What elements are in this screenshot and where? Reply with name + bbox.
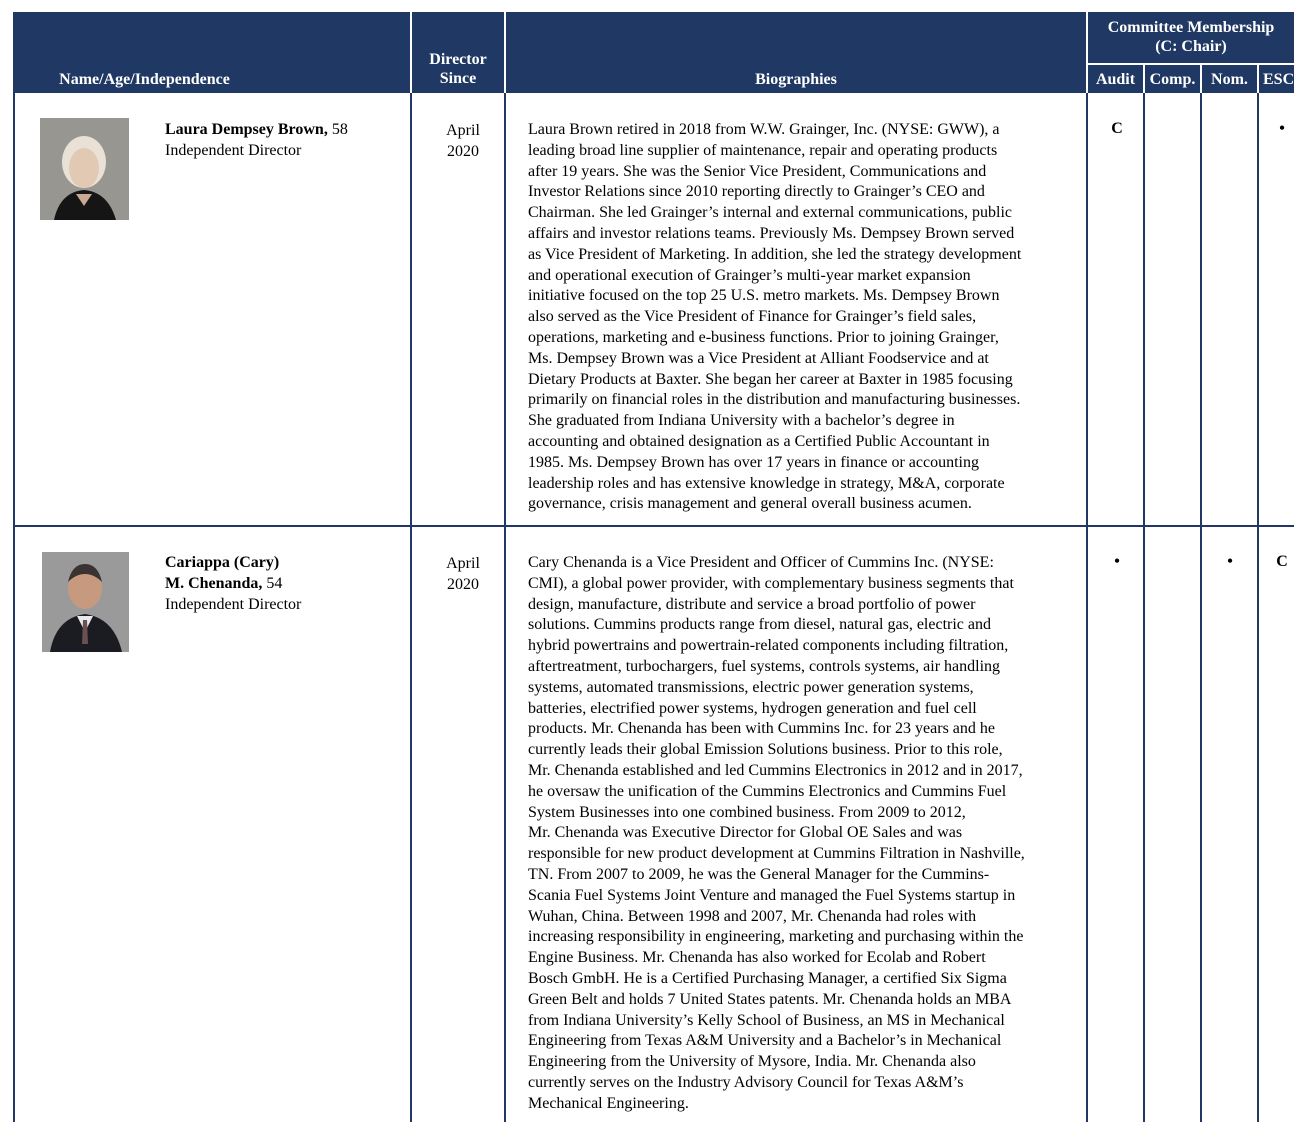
biography-line: hybrid powertrains and powertrain-relate… — [528, 637, 1009, 655]
director-name-line1: Cariappa (Cary) — [165, 554, 280, 571]
biography-line: She graduated from Indiana University wi… — [528, 412, 955, 430]
biography-line: TN. From 2007 to 2009, he was the Genera… — [528, 865, 990, 883]
esc-mark: C — [1276, 553, 1288, 570]
biography-line: Wuhan, China. Between 1998 and 2007, Mr.… — [528, 907, 977, 925]
biography-line: responsible for new product development … — [528, 845, 1025, 863]
director-since: April 2020 — [423, 553, 503, 595]
biography-line: as Vice President of Marketing. In addit… — [528, 245, 1022, 263]
biography-line: affairs and investor relations teams. Pr… — [528, 224, 1015, 242]
biography-line: operations, marketing and e-business fun… — [528, 328, 999, 346]
biography-line: 1985. Ms. Dempsey Brown has over 17 year… — [528, 453, 979, 471]
biography-line: CMI), a global power provider, with comp… — [528, 574, 1014, 592]
biography-line: systems, automated transmissions, electr… — [528, 678, 974, 696]
header-biographies: Biographies — [755, 71, 837, 88]
biography-line: solutions. Cummins products range from d… — [528, 616, 991, 634]
grid-left — [13, 93, 15, 1122]
biography-line: products. Mr. Chenanda has been with Cum… — [528, 720, 996, 738]
biography-line: currently serves on the Industry Advisor… — [528, 1073, 964, 1091]
biography-line: governance, crisis management and genera… — [528, 495, 972, 513]
header-audit: Audit — [1095, 71, 1136, 88]
biography-line: Chairman. She led Grainger’s internal an… — [528, 204, 1013, 222]
director-independence: Independent Director — [165, 142, 302, 159]
since-year: 2020 — [447, 576, 479, 593]
header-director-since-line2: Since — [439, 70, 477, 87]
director-name-line: Laura Dempsey Brown, 58 — [165, 119, 348, 140]
biography-line: Ms. Dempsey Brown was a Vice President a… — [528, 349, 989, 367]
grid-col-6 — [1257, 93, 1259, 1122]
grid-col-2 — [504, 93, 506, 1122]
biography-line: aftertreatment, turbochargers, fuel syst… — [528, 657, 1001, 675]
biography-line: increasing responsibility in engineering… — [528, 928, 1024, 946]
biography-line: Engineering from the University of Mysor… — [528, 1053, 976, 1071]
biography-line: initiative focused on the top 25 U.S. me… — [528, 287, 1000, 305]
director-name-block: Cariappa (Cary) M. Chenanda, 54 Independ… — [165, 552, 301, 615]
biography-line: leading broad line supplier of maintenan… — [528, 141, 998, 159]
header-committee-membership: Committee Membership (C: Chair) — [1088, 18, 1294, 56]
header-director-since: Director Since — [412, 50, 504, 88]
biography-line: Investor Relations since 2010 reporting … — [528, 183, 985, 201]
grid-col-1 — [410, 93, 412, 1122]
director-photo — [40, 118, 129, 220]
grid-col-3 — [1086, 93, 1088, 1122]
biography-line: Dietary Products at Baxter. She began he… — [528, 370, 1013, 388]
biography-line: leadership roles and has extensive knowl… — [528, 474, 1005, 492]
portrait-image-2 — [42, 552, 129, 652]
biography-line: batteries, electrified power systems, hy… — [528, 699, 977, 717]
director-age: 58 — [331, 121, 348, 138]
since-month: April — [446, 555, 480, 572]
biography-line: System Businesses into one combined busi… — [528, 803, 966, 821]
since-year: 2020 — [447, 143, 479, 160]
esc-mark: • — [1279, 120, 1285, 137]
biography-line: also served as the Vice President of Fin… — [528, 308, 977, 326]
biography-line: and operational execution of Grainger’s … — [528, 266, 971, 284]
director-biography: Laura Brown retired in 2018 from W.W. Gr… — [528, 120, 1080, 515]
biography-line: after 19 years. She was the Senior Vice … — [528, 162, 987, 180]
since-month: April — [446, 122, 480, 139]
biography-line: Mr. Chenanda established and led Cummins… — [528, 761, 1023, 779]
biography-line: from Indiana University’s Kelly School o… — [528, 1011, 1005, 1029]
header-committee-line1: Committee Membership — [1107, 19, 1275, 36]
director-name: M. Chenanda, — [165, 575, 263, 592]
nom-mark: • — [1227, 553, 1233, 570]
header-director-since-line1: Director — [429, 51, 487, 68]
biography-line: Laura Brown retired in 2018 from W.W. Gr… — [528, 121, 1000, 138]
biography-line: Cary Chenanda is a Vice President and Of… — [528, 554, 994, 571]
header-name-age-independence: Name/Age/Independence — [59, 71, 230, 88]
row-divider — [13, 525, 1294, 527]
portrait-image-1 — [40, 118, 129, 220]
header-esc: ESC — [1263, 71, 1294, 88]
biography-line: Mr. Chenanda was Executive Director for … — [528, 824, 963, 842]
biography-line: he oversaw the unification of the Cummin… — [528, 782, 1007, 800]
header-comp: Comp. — [1149, 71, 1196, 88]
biography-line: Engineering from Texas A&M University an… — [528, 1032, 1002, 1050]
biography-line: Engine Business. Mr. Chenanda has also w… — [528, 949, 986, 967]
header-committee-line2: (C: Chair) — [1155, 38, 1227, 55]
biography-line: Mechanical Engineering. — [528, 1094, 689, 1112]
director-photo — [42, 552, 129, 652]
director-name-line: M. Chenanda, 54 — [165, 573, 301, 594]
header-nom: Nom. — [1211, 71, 1248, 88]
director-name-block: Laura Dempsey Brown, 58 Independent Dire… — [165, 119, 348, 161]
audit-mark: • — [1114, 553, 1120, 570]
director-since: April 2020 — [423, 120, 503, 162]
biography-line: currently leads their global Emission So… — [528, 741, 1003, 759]
director-independence: Independent Director — [165, 596, 302, 613]
director-biography: Cary Chenanda is a Vice President and Of… — [528, 553, 1080, 1115]
grid-col-4 — [1143, 93, 1145, 1122]
header-committee-underline — [1086, 63, 1294, 65]
director-name: Laura Dempsey Brown, — [165, 121, 328, 138]
grid-col-5 — [1200, 93, 1202, 1122]
biography-line: Green Belt and holds 7 United States pat… — [528, 990, 1012, 1008]
director-age: 54 — [266, 575, 283, 592]
biography-line: primarily on financial roles in the dist… — [528, 391, 1021, 409]
header-divider-1 — [410, 12, 412, 93]
biography-line: Bosch GmbH. He is a Certified Purchasing… — [528, 969, 1007, 987]
header-divider-2 — [504, 12, 506, 93]
biography-line: design, manufacture, distribute and serv… — [528, 595, 976, 613]
audit-mark: C — [1111, 120, 1123, 137]
biography-line: accounting and obtained designation as a… — [528, 432, 990, 450]
biography-line: Scania Fuel Systems Joint Venture and ma… — [528, 886, 1016, 904]
